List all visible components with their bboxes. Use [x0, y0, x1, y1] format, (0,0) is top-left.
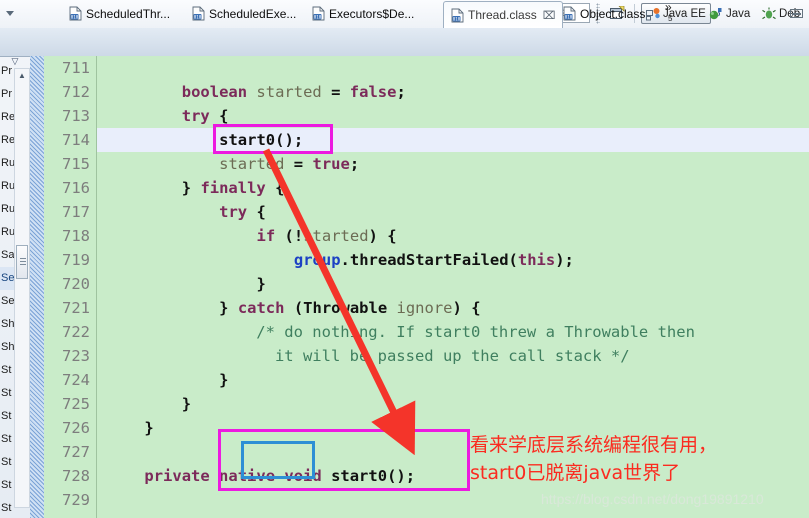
line-number: 722 [62, 323, 90, 341]
line-number: 721 [62, 299, 90, 317]
editor-tab[interactable]: 010 ScheduledThr... [62, 0, 177, 27]
left-fast-view-item[interactable]: St [0, 382, 14, 405]
line-number: 712 [62, 83, 90, 101]
left-fast-view-item[interactable]: Sh [0, 313, 14, 336]
java-icon [709, 7, 723, 21]
line-number: 719 [62, 251, 90, 269]
code-line[interactable] [97, 56, 809, 80]
left-fast-view-item[interactable]: St [0, 474, 14, 497]
svg-text:010: 010 [194, 14, 202, 19]
left-fast-view-item[interactable]: Re [0, 106, 14, 129]
left-fast-view-items: Pr Pr Re Re Ru Ru Ru Ru Sa Se Se Sh Sh St St St St St St St… [0, 60, 14, 518]
line-number: 724 [62, 371, 90, 389]
line-number: 730− [44, 512, 96, 518]
editor-tab-label: Thread.class [468, 8, 537, 22]
left-fast-view-item[interactable]: Re [0, 129, 14, 152]
line-number: 728 [62, 467, 90, 485]
scrollbar-thumb[interactable] [16, 245, 28, 279]
annotation-note-line-2: start0已脱离java世界了 [470, 462, 681, 484]
code-line[interactable]: it will be passed up the call stack */ [97, 344, 809, 368]
class-file-icon: 010 [69, 6, 82, 21]
code-line[interactable]: boolean started = false; [97, 80, 809, 104]
code-line[interactable]: } [97, 368, 809, 392]
left-fast-view-item[interactable]: Se [0, 267, 14, 290]
editor-tab[interactable]: 010 ScheduledExe... [185, 0, 303, 27]
code-line[interactable]: } finally { [97, 176, 809, 200]
editor-tab[interactable]: 010 Executors$De... [305, 0, 421, 27]
code-line[interactable]: started = true; [97, 152, 809, 176]
line-number: 718 [62, 227, 90, 245]
code-line[interactable]: group.threadStartFailed(this); [97, 248, 809, 272]
line-number: 711 [62, 59, 90, 77]
class-file-icon: 010 [312, 6, 325, 21]
code-line[interactable]: } [97, 392, 809, 416]
tab-overflow-count: 5 [668, 14, 673, 23]
tab-overflow-glyph: » [665, 0, 672, 14]
editor-tab-bar [0, 28, 809, 57]
annotation-box-native-keyword [241, 441, 315, 479]
editor-marker-bar[interactable] [30, 56, 44, 518]
line-number: 729 [62, 491, 90, 509]
svg-text:010: 010 [314, 14, 322, 19]
class-file-icon: 010 [451, 8, 464, 23]
svg-text:010: 010 [71, 14, 79, 19]
toolbar-overflow-arrow-icon[interactable] [2, 2, 18, 24]
line-number-ruler: 711 712 713 714 715 716 717 718 719 720 721 722 723 7… [44, 56, 97, 518]
code-line[interactable]: /** [97, 512, 809, 518]
left-fast-view-item[interactable]: Se [0, 290, 14, 313]
editor-tab[interactable]: 010 Object.class [556, 0, 652, 27]
annotation-box-start0-call [213, 124, 333, 154]
left-fast-view-item[interactable]: Sh [0, 336, 14, 359]
line-number: 723 [62, 347, 90, 365]
debug-icon [762, 7, 776, 21]
minimize-icon[interactable] [790, 9, 803, 18]
tab-overflow-button[interactable]: » 5 [665, 0, 673, 24]
code-line[interactable]: /* do nothing. If start0 threw a Throwab… [97, 320, 809, 344]
code-line[interactable]: try { [97, 104, 809, 128]
line-number: 713 [62, 107, 90, 125]
code-line[interactable]: try { [97, 200, 809, 224]
class-file-icon: 010 [563, 6, 576, 21]
editor-tab-label: ScheduledExe... [209, 6, 297, 21]
perspective-java-label: Java [726, 7, 751, 20]
code-line[interactable]: } [97, 272, 809, 296]
svg-text:010: 010 [453, 16, 461, 21]
line-number: 714 [62, 131, 90, 149]
left-fast-view-item[interactable]: Pr [0, 83, 14, 106]
svg-text:010: 010 [565, 14, 573, 19]
watermark-text: https://blog.csdn.net/dong19891210 [541, 491, 764, 507]
left-fast-view-item[interactable]: Ru [0, 198, 14, 221]
perspective-java[interactable]: Java [705, 3, 754, 24]
class-file-icon: 010 [192, 6, 205, 21]
line-number: 726 [62, 419, 90, 437]
left-fast-view-item[interactable]: St [0, 451, 14, 474]
left-fast-view-item[interactable]: Ru [0, 221, 14, 244]
left-fast-view-item[interactable]: Pr [0, 60, 14, 83]
left-fast-view-item[interactable]: Ru [0, 175, 14, 198]
left-fast-view-item[interactable]: St [0, 497, 14, 518]
left-bar-scrollbar[interactable]: ▲ [14, 68, 30, 508]
code-line[interactable]: } catch (Throwable ignore) { [97, 296, 809, 320]
editor-tab-label: Executors$De... [329, 6, 415, 21]
code-line[interactable]: start0(); [97, 128, 809, 152]
line-number: 717 [62, 203, 90, 221]
left-fast-view-item[interactable]: St [0, 359, 14, 382]
annotation-note-line-1: 看来学底层系统编程很有用， [470, 434, 718, 456]
editor-tab[interactable]: 010 Thread.class ⌧ [443, 1, 564, 28]
line-number: 720 [62, 275, 90, 293]
line-number: 715 [62, 155, 90, 173]
editor-tab-label: Object.class [580, 6, 646, 21]
left-fast-view-item[interactable]: St [0, 405, 14, 428]
scroll-up-arrow-icon[interactable]: ▲ [15, 69, 29, 83]
left-fast-view-item[interactable]: St [0, 428, 14, 451]
editor-tab-label: ScheduledThr... [86, 6, 171, 21]
left-fast-view-item[interactable]: Ru [0, 152, 14, 175]
line-number: 725 [62, 395, 90, 413]
line-number: 716 [62, 179, 90, 197]
line-number: 727 [62, 443, 90, 461]
left-fast-view-item[interactable]: Sa [0, 244, 14, 267]
code-line[interactable]: if (!started) { [97, 224, 809, 248]
close-icon[interactable]: ⌧ [543, 9, 556, 22]
